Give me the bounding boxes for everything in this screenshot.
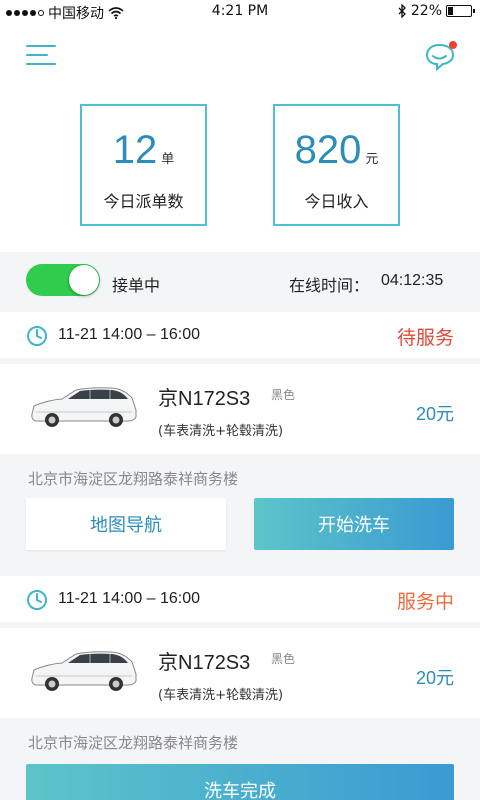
online-time-value: 04:12:35 [381, 272, 444, 289]
order-time-row: 11-21 14:00 – 16:00 服务中 [0, 576, 480, 622]
license-plate: 京N172S3 [158, 388, 251, 410]
order-price: 20元 [415, 668, 454, 688]
order-status: 待服务 [396, 327, 454, 349]
car-color: 黑色 [271, 388, 296, 402]
order-time: 11-21 14:00 – 16:00 [58, 590, 201, 607]
order-address: 北京市海淀区龙翔路泰祥商务楼 [28, 470, 239, 488]
order-vehicle-card[interactable]: 京N172S3 黑色 (车表清洗+轮毂清洗) 20元 [0, 628, 480, 718]
order-vehicle-card[interactable]: 京N172S3 黑色 (车表清洗+轮毂清洗) 20元 [0, 364, 480, 454]
map-navigation-button[interactable]: 地图导航 [26, 498, 226, 550]
car-color: 黑色 [271, 652, 296, 666]
service-type: (车表清洗+轮毂清洗) [158, 688, 284, 703]
battery-percent: 22% [410, 3, 442, 19]
hamburger-menu-icon [26, 45, 56, 47]
unread-badge [449, 41, 457, 49]
order-address-area: 北京市海淀区龙翔路泰祥商务楼 地图导航 开始洗车 [0, 454, 480, 554]
order-address: 北京市海淀区龙翔路泰祥商务楼 [28, 734, 239, 752]
today-income-label: 今日收入 [304, 192, 369, 211]
today-income-unit: 元 [365, 151, 379, 166]
menu-button[interactable] [26, 42, 58, 68]
order-time: 11-21 14:00 – 16:00 [58, 326, 201, 343]
license-plate: 京N172S3 [158, 652, 251, 674]
order-card: 11-21 14:00 – 16:00 待服务 京N172S3 黑色 (车表清洗… [0, 312, 480, 576]
chat-bubble-icon [425, 41, 457, 72]
clock-icon [27, 326, 47, 346]
bluetooth-icon [398, 4, 406, 18]
today-orders-value: 12 [112, 128, 158, 172]
order-time-row: 11-21 14:00 – 16:00 待服务 [0, 312, 480, 358]
order-price: 20元 [415, 404, 454, 424]
today-orders-unit: 单 [161, 151, 175, 166]
messages-button[interactable] [424, 40, 458, 72]
today-orders-label: 今日派单数 [103, 192, 184, 211]
status-bar: 中国移动 4:21 PM 22% [0, 0, 480, 24]
today-income-card: 820 元 今日收入 [273, 104, 400, 226]
car-image [31, 387, 137, 427]
today-income-value: 820 [294, 128, 362, 172]
battery-icon [446, 5, 475, 17]
online-time-label: 在线时间： [289, 276, 370, 295]
today-orders-card: 12 单 今日派单数 [80, 104, 207, 226]
service-type: (车表清洗+轮毂清洗) [158, 424, 284, 439]
clock-icon [27, 590, 47, 610]
order-status: 服务中 [396, 591, 454, 613]
wash-complete-button[interactable]: 洗车完成 [26, 764, 454, 800]
receiving-status-label: 接单中 [112, 276, 161, 295]
status-bar-right: 22% [398, 3, 475, 19]
start-wash-button[interactable]: 开始洗车 [254, 498, 454, 550]
toggle-knob [69, 265, 99, 295]
receiving-toggle[interactable] [26, 264, 100, 296]
car-image [31, 651, 137, 691]
